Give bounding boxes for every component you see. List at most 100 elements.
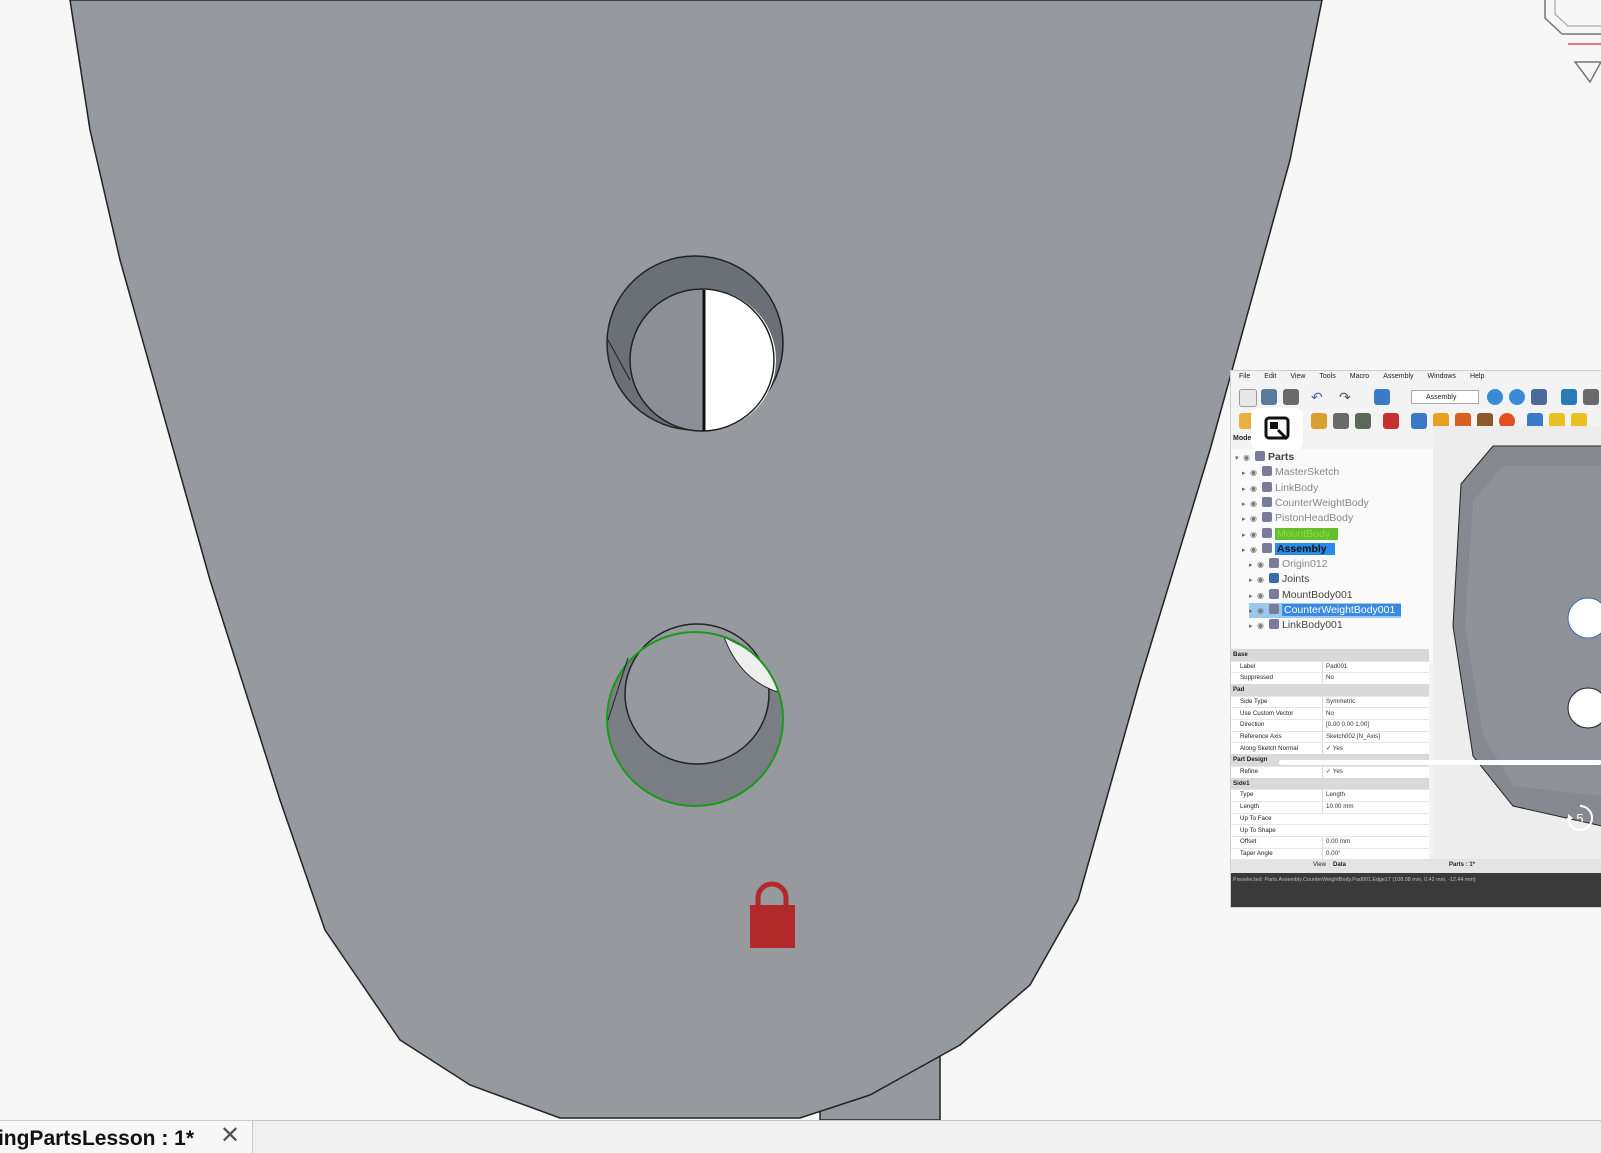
close-icon[interactable]: ✕ (220, 1123, 240, 1149)
property-row[interactable]: Along Sketch Normal ✓ Yes (1231, 742, 1429, 756)
bom-icon[interactable] (1355, 413, 1371, 429)
part-body[interactable] (69, 0, 1323, 1119)
expand-arrow-icon[interactable]: ▸ (1242, 528, 1250, 543)
visibility-icon[interactable]: ◉ (1257, 588, 1269, 603)
menu-assembly[interactable]: Assembly (1375, 371, 1419, 385)
visibility-icon[interactable]: ◉ (1257, 603, 1269, 618)
expand-arrow-icon[interactable]: ▸ (1242, 482, 1250, 497)
menu-view[interactable]: View (1282, 371, 1311, 385)
property-row[interactable]: Suppressed No (1231, 672, 1429, 685)
property-value[interactable]: Symmetric (1322, 695, 1355, 708)
expand-arrow-icon[interactable]: ▸ (1249, 558, 1257, 573)
tree-item[interactable]: ▸ ◉ LinkBody (1242, 481, 1318, 496)
property-row[interactable]: Up To Face (1231, 813, 1429, 826)
new-file-icon[interactable] (1239, 389, 1257, 407)
expand-arrow-icon[interactable]: ▸ (1249, 619, 1257, 634)
property-value[interactable]: 0.00° (1322, 847, 1341, 860)
property-value[interactable]: [0.00 0.00 1.00] (1322, 719, 1369, 731)
menu-windows[interactable]: Windows (1420, 371, 1462, 385)
video-progress-bar[interactable] (1279, 760, 1601, 765)
save-icon[interactable] (1283, 389, 1299, 405)
tree-item[interactable]: ▾ ◉ Parts (1235, 450, 1294, 465)
tree-item[interactable]: ▸ ◉ PistonHeadBody (1242, 511, 1353, 526)
property-value[interactable]: ✓ Yes (1322, 766, 1343, 778)
undo-icon[interactable]: ↶ (1311, 389, 1327, 405)
property-value[interactable]: Length (1322, 789, 1345, 801)
video-overlay[interactable]: File Edit View Tools Macro Assembly Wind… (1230, 370, 1601, 908)
property-value[interactable]: Sketch002 [N_Axis] (1322, 730, 1380, 743)
expand-arrow-icon[interactable]: ▸ (1242, 543, 1250, 558)
document-tab[interactable]: yingPartsLesson : 1* ✕ (0, 1121, 253, 1153)
property-editor[interactable]: Base Label Pad001 Suppressed No Pad Side Type S… (1231, 649, 1429, 861)
navigation-cube-icon[interactable] (1544, 0, 1601, 84)
visibility-icon[interactable]: ◉ (1250, 481, 1262, 496)
visibility-icon[interactable]: ◉ (1257, 618, 1269, 633)
visibility-icon[interactable]: ◉ (1257, 572, 1269, 587)
visibility-icon[interactable]: ◉ (1250, 511, 1262, 526)
measure-icon[interactable] (1561, 389, 1577, 405)
workbench-selector[interactable]: Assembly (1411, 390, 1479, 404)
visibility-icon[interactable]: ◉ (1243, 450, 1255, 465)
tree-item[interactable]: ▸ ◉ Assembly (1242, 542, 1335, 557)
zoom-fit-icon[interactable] (1487, 389, 1503, 405)
expand-arrow-icon[interactable]: ▸ (1242, 466, 1250, 481)
replay-5s-button[interactable]: 5 (1565, 803, 1595, 833)
property-row[interactable]: Direction [0.00 0.00 1.00] (1231, 719, 1429, 732)
visibility-icon[interactable]: ◉ (1250, 496, 1262, 511)
expand-video-button[interactable] (1251, 408, 1303, 450)
visibility-icon[interactable]: ◉ (1250, 465, 1262, 480)
expand-arrow-icon[interactable]: ▾ (1235, 451, 1243, 466)
visibility-icon[interactable]: ◉ (1257, 557, 1269, 572)
expand-arrow-icon[interactable]: ▸ (1249, 604, 1257, 619)
explode-icon[interactable] (1333, 413, 1349, 429)
property-value[interactable]: Pad001 (1322, 660, 1347, 673)
menu-file[interactable]: File (1231, 371, 1256, 385)
insert-component-icon[interactable] (1311, 413, 1327, 429)
tree-item[interactable]: ▸ ◉ MountBody (1242, 527, 1339, 543)
tab-view[interactable]: View (1313, 862, 1326, 868)
property-value[interactable]: No (1322, 707, 1334, 719)
property-row[interactable]: Side Type Symmetric (1231, 695, 1429, 709)
property-row[interactable]: Offset 0.00 mm (1231, 836, 1429, 849)
tree-item[interactable]: ▸ ◉ LinkBody001 (1249, 618, 1343, 633)
redo-icon[interactable]: ↷ (1339, 389, 1355, 405)
model-tree[interactable]: ▾ ◉ Parts ▸ ◉ MasterSketch ▸ ◉ LinkBody ▸ ◉ Counter… (1231, 449, 1437, 664)
refresh-icon[interactable] (1374, 389, 1390, 405)
property-value[interactable]: No (1322, 672, 1334, 684)
doc-tab-parts[interactable]: Parts : 1* (1449, 862, 1475, 868)
expand-arrow-icon[interactable]: ▸ (1249, 573, 1257, 588)
joint-fixed-icon[interactable] (1411, 413, 1427, 429)
open-file-icon[interactable] (1261, 389, 1277, 405)
property-row[interactable]: Length 10.00 mm (1231, 801, 1429, 814)
property-row[interactable]: Use Custom Vector No (1231, 707, 1429, 720)
property-row[interactable]: Type Length (1231, 789, 1429, 802)
zoom-selection-icon[interactable] (1509, 389, 1525, 405)
solve-icon[interactable] (1383, 413, 1399, 429)
property-value[interactable]: 10.00 mm (1322, 801, 1354, 813)
upper-hole[interactable] (606, 255, 784, 432)
tree-item[interactable]: ▸ ◉ Joints (1249, 572, 1309, 587)
property-value[interactable]: ✓ Yes (1322, 742, 1343, 755)
tab-data[interactable]: Data (1333, 862, 1346, 868)
property-row[interactable]: Reference Axis Sketch002 [N_Axis] (1231, 730, 1429, 744)
property-row[interactable]: Up To Shape (1231, 825, 1429, 837)
property-row[interactable]: Refine ✓ Yes (1231, 766, 1429, 779)
visibility-icon[interactable]: ◉ (1250, 542, 1262, 557)
property-value[interactable]: 0.00 mm (1322, 836, 1350, 848)
menu-edit[interactable]: Edit (1256, 371, 1282, 385)
tree-item[interactable]: ▸ ◉ MasterSketch (1242, 465, 1339, 480)
tree-item[interactable]: ▸ ◉ Origin012 (1249, 557, 1328, 572)
menu-tools[interactable]: Tools (1311, 371, 1341, 385)
tree-item[interactable]: ▸ ◉ CounterWeightBody (1242, 496, 1369, 511)
menu-help[interactable]: Help (1462, 371, 1490, 385)
expand-arrow-icon[interactable]: ▸ (1249, 589, 1257, 604)
menu-macro[interactable]: Macro (1342, 371, 1375, 385)
tree-item[interactable]: ▸ ◉ CounterWeightBody001 (1249, 603, 1402, 619)
expand-arrow-icon[interactable]: ▸ (1242, 497, 1250, 512)
visibility-icon[interactable]: ◉ (1250, 527, 1262, 542)
view-cube-icon[interactable] (1531, 389, 1547, 405)
property-row[interactable]: Label Pad001 (1231, 660, 1429, 674)
std-icon[interactable] (1583, 389, 1599, 405)
tree-item[interactable]: ▸ ◉ MountBody001 (1249, 588, 1353, 603)
expand-arrow-icon[interactable]: ▸ (1242, 512, 1250, 527)
